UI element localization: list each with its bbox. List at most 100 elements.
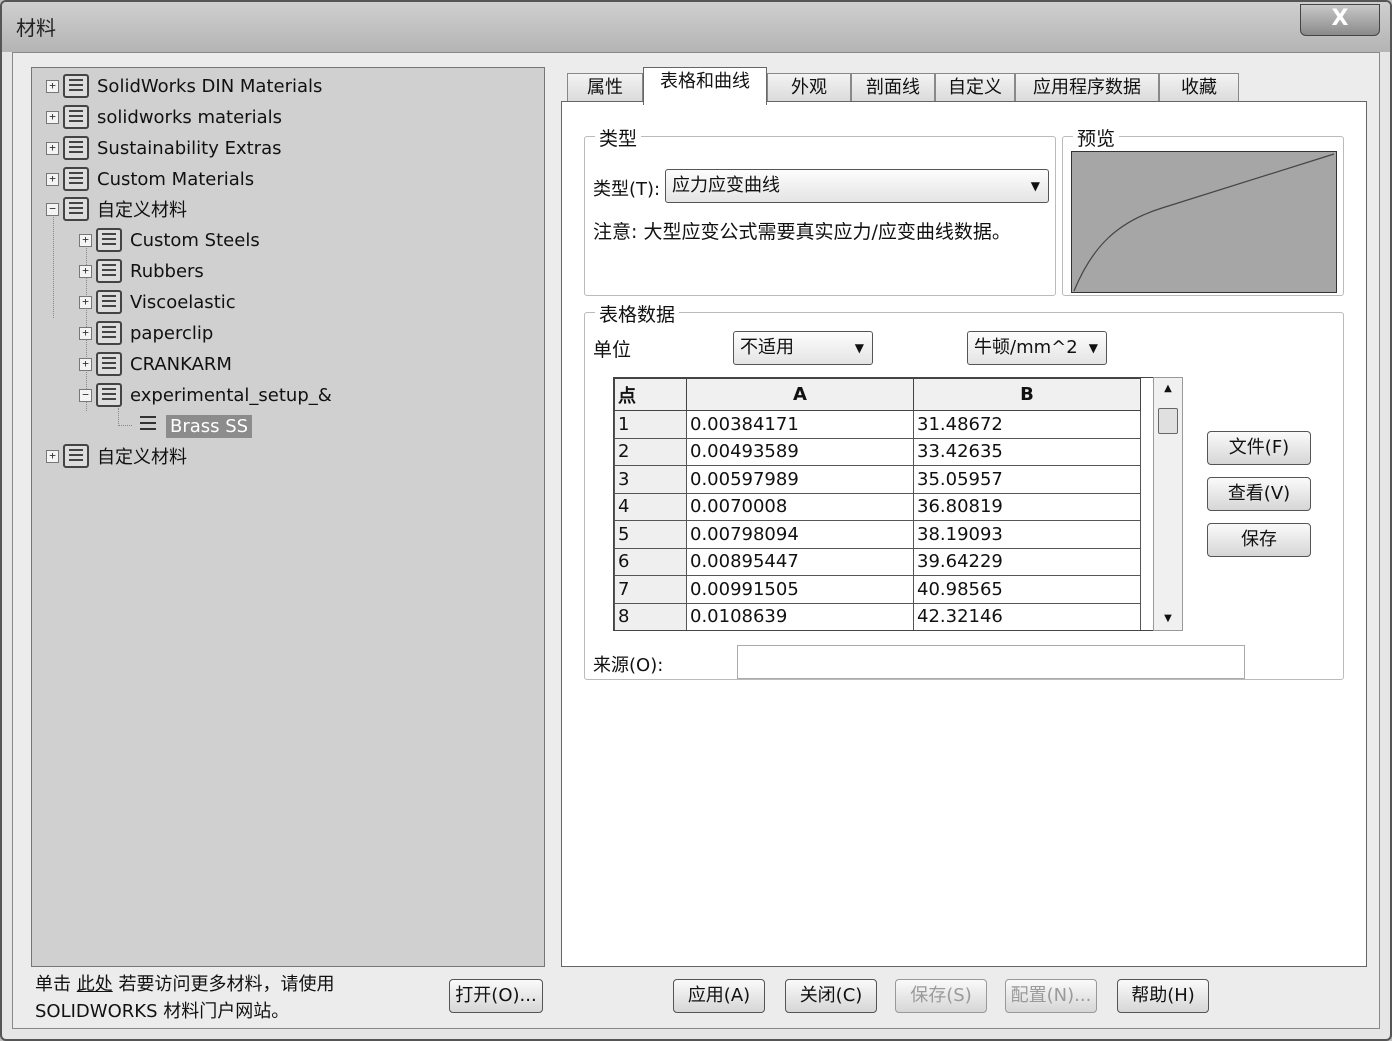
tree-item[interactable]: + CRANKARM bbox=[79, 349, 232, 379]
scroll-down-icon[interactable]: ▼ bbox=[1154, 608, 1182, 630]
table-row[interactable]: 5 0.00798094 38.19093 bbox=[614, 520, 1141, 549]
cell-b[interactable]: 36.80819 bbox=[913, 492, 1141, 521]
row-index: 7 bbox=[614, 575, 687, 604]
library-folder-icon bbox=[63, 444, 89, 468]
tree-item-label: Viscoelastic bbox=[130, 291, 236, 313]
view-button[interactable]: 查看(V) bbox=[1207, 477, 1311, 511]
col-header-a: A bbox=[686, 378, 914, 411]
tree-item[interactable]: + Custom Steels bbox=[79, 225, 260, 255]
table-row[interactable]: 8 0.0108639 42.32146 bbox=[614, 602, 1141, 630]
save-button[interactable]: 保存(S) bbox=[895, 979, 987, 1013]
table-row[interactable]: 1 0.00384171 31.48672 bbox=[614, 410, 1141, 439]
tree-item[interactable]: + solidworks materials bbox=[46, 102, 282, 132]
row-index: 1 bbox=[614, 410, 687, 439]
close-button[interactable]: 关闭(C) bbox=[785, 979, 877, 1013]
tree-item[interactable]: + Sustainability Extras bbox=[46, 133, 282, 163]
preview-group: 预览 bbox=[1062, 124, 1344, 296]
tree-item-selected[interactable]: Brass SS bbox=[134, 411, 253, 441]
expand-icon[interactable]: + bbox=[79, 357, 92, 371]
open-button[interactable]: 打开(O)... bbox=[449, 979, 543, 1013]
scroll-thumb[interactable] bbox=[1158, 408, 1178, 434]
cell-a[interactable]: 0.00384171 bbox=[686, 410, 914, 439]
tree-item-label: 自定义材料 bbox=[97, 447, 187, 468]
table-row[interactable]: 7 0.00991505 40.98565 bbox=[614, 575, 1141, 604]
tab-appearance[interactable]: 外观 bbox=[767, 73, 851, 103]
tree-item-label: Brass SS bbox=[166, 414, 253, 438]
tree-item[interactable]: + paperclip bbox=[79, 318, 213, 348]
tab-application-data[interactable]: 应用程序数据 bbox=[1015, 73, 1159, 103]
help-button[interactable]: 帮助(H) bbox=[1117, 979, 1209, 1013]
table-row[interactable]: 2 0.00493589 33.42635 bbox=[614, 437, 1141, 466]
unit-a-dropdown[interactable]: 不适用 ▼ bbox=[733, 331, 873, 365]
tree-item[interactable]: + 自定义材料 bbox=[46, 441, 187, 471]
tab-crosshatch[interactable]: 剖面线 bbox=[851, 73, 935, 103]
tree-guide bbox=[53, 208, 54, 318]
expand-icon[interactable]: + bbox=[46, 172, 59, 186]
tab-tables-curves[interactable]: 表格和曲线 bbox=[643, 67, 767, 105]
tree-guide bbox=[118, 408, 119, 426]
file-button[interactable]: 文件(F) bbox=[1207, 431, 1311, 465]
curve-preview bbox=[1071, 151, 1337, 293]
tree-item[interactable]: − 自定义材料 bbox=[46, 194, 187, 224]
collapse-icon[interactable]: − bbox=[79, 388, 92, 402]
source-label: 来源(O): bbox=[593, 655, 664, 676]
chevron-down-icon: ▼ bbox=[1088, 341, 1098, 355]
library-folder-icon bbox=[63, 136, 89, 160]
material-tree[interactable]: + SolidWorks DIN Materials + solidworks … bbox=[31, 67, 545, 967]
cell-a[interactable]: 0.00798094 bbox=[686, 520, 914, 549]
type-group-title: 类型 bbox=[595, 124, 642, 151]
portal-link[interactable]: 此处 bbox=[77, 974, 113, 995]
library-folder-icon bbox=[63, 197, 89, 221]
table-row[interactable]: 3 0.00597989 35.05957 bbox=[614, 465, 1141, 494]
expand-icon[interactable]: + bbox=[79, 233, 92, 247]
tab-custom[interactable]: 自定义 bbox=[935, 73, 1015, 103]
cell-a[interactable]: 0.00991505 bbox=[686, 575, 914, 604]
cell-b[interactable]: 33.42635 bbox=[913, 437, 1141, 466]
table-scrollbar[interactable]: ▲ ▼ bbox=[1153, 377, 1183, 631]
expand-icon[interactable]: + bbox=[46, 110, 59, 124]
category-folder-icon bbox=[96, 383, 122, 407]
config-button[interactable]: 配置(N)... bbox=[1005, 979, 1097, 1013]
expand-icon[interactable]: + bbox=[46, 141, 59, 155]
type-group: 类型 类型(T): 应力应变曲线 ▼ 注意: 大型应变公式需要真实应力/应变曲线… bbox=[584, 124, 1056, 296]
source-field[interactable] bbox=[737, 645, 1245, 679]
tree-item[interactable]: + SolidWorks DIN Materials bbox=[46, 71, 322, 101]
collapse-icon[interactable]: − bbox=[46, 202, 59, 216]
cell-b[interactable]: 31.48672 bbox=[913, 410, 1141, 439]
tree-item[interactable]: + Rubbers bbox=[79, 256, 204, 286]
tab-properties[interactable]: 属性 bbox=[567, 73, 643, 103]
table-row[interactable]: 4 0.0070008 36.80819 bbox=[614, 492, 1141, 521]
cell-a[interactable]: 0.00597989 bbox=[686, 465, 914, 494]
expand-icon[interactable]: + bbox=[46, 449, 59, 463]
expand-icon[interactable]: + bbox=[79, 326, 92, 340]
cell-b[interactable]: 35.05957 bbox=[913, 465, 1141, 494]
tree-guide bbox=[118, 425, 132, 426]
cell-b[interactable]: 42.32146 bbox=[913, 602, 1141, 630]
tree-item[interactable]: + Viscoelastic bbox=[79, 287, 236, 317]
row-index: 5 bbox=[614, 520, 687, 549]
table-row[interactable]: 6 0.00895447 39.64229 bbox=[614, 547, 1141, 576]
cell-a[interactable]: 0.00493589 bbox=[686, 437, 914, 466]
cell-a[interactable]: 0.0108639 bbox=[686, 602, 914, 630]
expand-icon[interactable]: + bbox=[79, 264, 92, 278]
tree-item[interactable]: − experimental_setup_& bbox=[79, 380, 332, 410]
tab-favorites[interactable]: 收藏 bbox=[1159, 73, 1239, 103]
cell-b[interactable]: 39.64229 bbox=[913, 547, 1141, 576]
unit-b-dropdown[interactable]: 牛顿/mm^2 ▼ bbox=[967, 331, 1107, 365]
curve-type-dropdown[interactable]: 应力应变曲线 ▼ bbox=[665, 169, 1049, 203]
cell-a[interactable]: 0.0070008 bbox=[686, 492, 914, 521]
expand-icon[interactable]: + bbox=[79, 295, 92, 309]
tree-item[interactable]: + Custom Materials bbox=[46, 164, 254, 194]
data-table[interactable]: 点 A B 1 0.00384171 31.48672 2 0.00493589 33.… bbox=[613, 377, 1181, 631]
cell-b[interactable]: 40.98565 bbox=[913, 575, 1141, 604]
cell-a[interactable]: 0.00895447 bbox=[686, 547, 914, 576]
save-table-button[interactable]: 保存 bbox=[1207, 523, 1311, 557]
table-header-row: 点 A B bbox=[614, 378, 1141, 411]
close-icon[interactable]: X bbox=[1300, 4, 1380, 36]
preview-title: 预览 bbox=[1073, 124, 1120, 151]
scroll-up-icon[interactable]: ▲ bbox=[1154, 378, 1182, 400]
cell-b[interactable]: 38.19093 bbox=[913, 520, 1141, 549]
apply-button[interactable]: 应用(A) bbox=[673, 979, 765, 1013]
expand-icon[interactable]: + bbox=[46, 79, 59, 93]
units-label: 单位 bbox=[593, 339, 632, 361]
